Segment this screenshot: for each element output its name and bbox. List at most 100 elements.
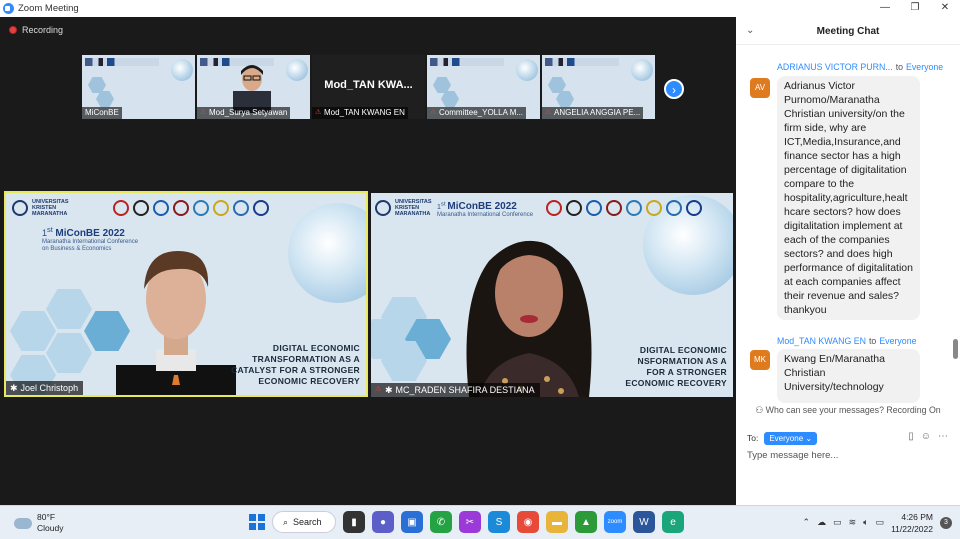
partner-logo-icon	[545, 200, 562, 216]
onedrive-icon[interactable]: ☁	[817, 517, 826, 528]
participant-thumb[interactable]: ⚠ Mod_Surya Setyawan	[197, 55, 310, 119]
conference-title: 1st MiConBE 2022 Maranatha International…	[437, 201, 534, 218]
partner-logo-icon	[132, 200, 149, 216]
hex-graphic	[88, 77, 106, 93]
volume-icon[interactable]: 🔈︎	[863, 517, 868, 528]
hex-graphic	[46, 289, 92, 329]
partner-logo-icon	[665, 200, 682, 216]
mic-muted-icon: ⚠	[430, 109, 437, 116]
file-explorer-icon[interactable]: ▬	[546, 511, 568, 533]
window-title: Zoom Meeting	[18, 3, 79, 14]
hex-graphic	[441, 91, 459, 107]
emoji-icon[interactable]: ☺	[921, 431, 931, 442]
chat-input[interactable]: Type message here...	[747, 450, 838, 461]
chat-message-header: ADRIANUS VICTOR PURN... to Everyone	[777, 62, 944, 72]
gallery-icon[interactable]: ▲	[575, 511, 597, 533]
participant-name: ⚠ Mod_Surya Setyawan	[197, 107, 291, 119]
notification-badge[interactable]: 3	[940, 516, 952, 529]
mic-muted-icon: ⚠	[200, 109, 207, 116]
skype-icon[interactable]: S	[488, 511, 510, 533]
video-name-label: ✱ Joel Christoph	[6, 381, 84, 395]
partner-logo-icon	[605, 200, 622, 216]
university-logo-icon	[12, 200, 28, 216]
people-icon: ⚇	[755, 405, 764, 415]
video-name-label: ⚠ ✱ MC_RADEN SHAFIRA DESTIANA	[371, 383, 540, 397]
search-button[interactable]: ⌕ Search	[272, 511, 336, 533]
mic-muted-icon: ⚠	[375, 386, 382, 393]
university-name: UNIVERSITAS KRISTEN MARANATHA	[395, 199, 432, 217]
partner-logo-icon	[645, 200, 662, 216]
partner-logo-icon	[152, 200, 169, 216]
participant-name: ⚠ ANGELIA ANGGIA PE...	[542, 107, 644, 119]
recording-label: Recording	[22, 25, 64, 35]
chat-message[interactable]: Adrianus Victor Purnomo/Maranatha Christ…	[777, 76, 920, 320]
recipient-dropdown[interactable]: Everyone ⌄	[764, 431, 818, 445]
chat-message[interactable]: Kwang En/Maranatha Christian University/…	[777, 349, 920, 403]
weather-widget[interactable]: 80°F Cloudy	[14, 512, 63, 534]
windows-taskbar: 80°F Cloudy ⌕ Search ▮ ● ▣ ✆ ✂ S ◉ ▬ ▲ z…	[0, 505, 960, 539]
battery-icon[interactable]: ▭	[876, 517, 885, 528]
message-sender[interactable]: ADRIANUS VICTOR PURN...	[777, 62, 893, 72]
meeting-area: Recording MiConBE ⚠ Mod_Surya Setyawan Mo…	[0, 17, 736, 505]
partner-logo-icon	[252, 200, 269, 216]
recording-indicator[interactable]: Recording	[9, 25, 63, 35]
weather-temp: 80°F	[37, 512, 56, 522]
message-recipient[interactable]: Everyone	[906, 62, 943, 72]
weather-desc: Cloudy	[37, 523, 64, 533]
partner-logo-icon	[212, 200, 229, 216]
task-view-icon[interactable]: ▮	[343, 511, 365, 533]
pin-icon: ✱	[10, 383, 18, 393]
slide-logos: UNIVERSITAS KRISTEN MARANATHA	[12, 199, 269, 217]
participant-thumb[interactable]: MiConBE	[82, 55, 195, 119]
minimize-button[interactable]: —	[870, 0, 900, 17]
chrome-icon[interactable]: ◉	[517, 511, 539, 533]
participant-thumb[interactable]: ⚠ Committee_YOLLA M...	[427, 55, 540, 119]
avatar: MK	[750, 350, 770, 370]
partner-logo-icon	[625, 200, 642, 216]
windows-start-icon[interactable]	[249, 514, 265, 530]
chat-scrollbar[interactable]	[953, 339, 958, 359]
zoom-logo-icon	[3, 3, 14, 14]
clock[interactable]: 4:26 PM 11/22/2022	[891, 511, 933, 535]
partner-logo-icon	[232, 200, 249, 216]
video-tile-active-speaker[interactable]: UNIVERSITAS KRISTEN MARANATHA 1st MiConB…	[4, 191, 368, 397]
slide-headline: DIGITAL ECONOMIC TRANSFORMATION AS A CAT…	[231, 343, 360, 386]
participant-name: MiConBE	[82, 107, 122, 119]
word-icon[interactable]: W	[633, 511, 655, 533]
snipping-tool-icon[interactable]: ✂	[459, 511, 481, 533]
participant-thumb[interactable]: Mod_TAN KWA... ⚠ Mod_TAN KWANG EN	[312, 55, 425, 119]
more-icon[interactable]: ⋯	[938, 431, 948, 442]
globe-graphic	[516, 59, 538, 81]
participant-camera-feed	[466, 240, 592, 397]
slide-logos	[85, 58, 159, 66]
edge-icon[interactable]: e	[662, 511, 684, 533]
video-tile[interactable]: UNIVERSITAS KRISTEN MARANATHA 1st MiConB…	[371, 193, 733, 397]
chat-title: Meeting Chat	[816, 26, 880, 37]
pin-icon: ✱	[385, 385, 393, 395]
network-icon[interactable]: ▭	[833, 517, 842, 528]
teams-chat-icon[interactable]: ●	[372, 511, 394, 533]
search-icon: ⌕	[283, 516, 289, 527]
message-recipient[interactable]: Everyone	[879, 336, 916, 346]
message-visibility-info[interactable]: ⚇ Who can see your messages? Recording O…	[736, 405, 960, 416]
wifi-icon[interactable]: ≋	[849, 517, 857, 528]
zoom-app-icon[interactable]: zoom	[604, 511, 626, 533]
whatsapp-icon[interactable]: ✆	[430, 511, 452, 533]
message-sender[interactable]: Mod_TAN KWANG EN	[777, 336, 866, 346]
slide-logos	[430, 58, 504, 66]
partner-logo-icon	[192, 200, 209, 216]
cloud-icon	[14, 517, 32, 529]
participant-camera-feed	[116, 251, 236, 395]
store-icon[interactable]: ▣	[401, 511, 423, 533]
hex-graphic	[46, 333, 92, 373]
file-icon[interactable]: ▯	[908, 431, 914, 442]
mic-muted-icon: ⚠	[315, 109, 322, 116]
chat-panel: ⌄ Meeting Chat ADRIANUS VICTOR PURN... to…	[736, 17, 960, 505]
maximize-button[interactable]: ❐	[900, 0, 930, 17]
participant-name: ⚠ Committee_YOLLA M...	[427, 107, 527, 119]
next-page-button[interactable]: ›	[664, 79, 684, 99]
participant-thumb[interactable]: ⚠ ANGELIA ANGGIA PE...	[542, 55, 655, 119]
to-label: To:	[747, 433, 759, 443]
close-button[interactable]: ✕	[930, 0, 960, 17]
chevron-up-icon[interactable]: ⌃	[803, 517, 811, 528]
